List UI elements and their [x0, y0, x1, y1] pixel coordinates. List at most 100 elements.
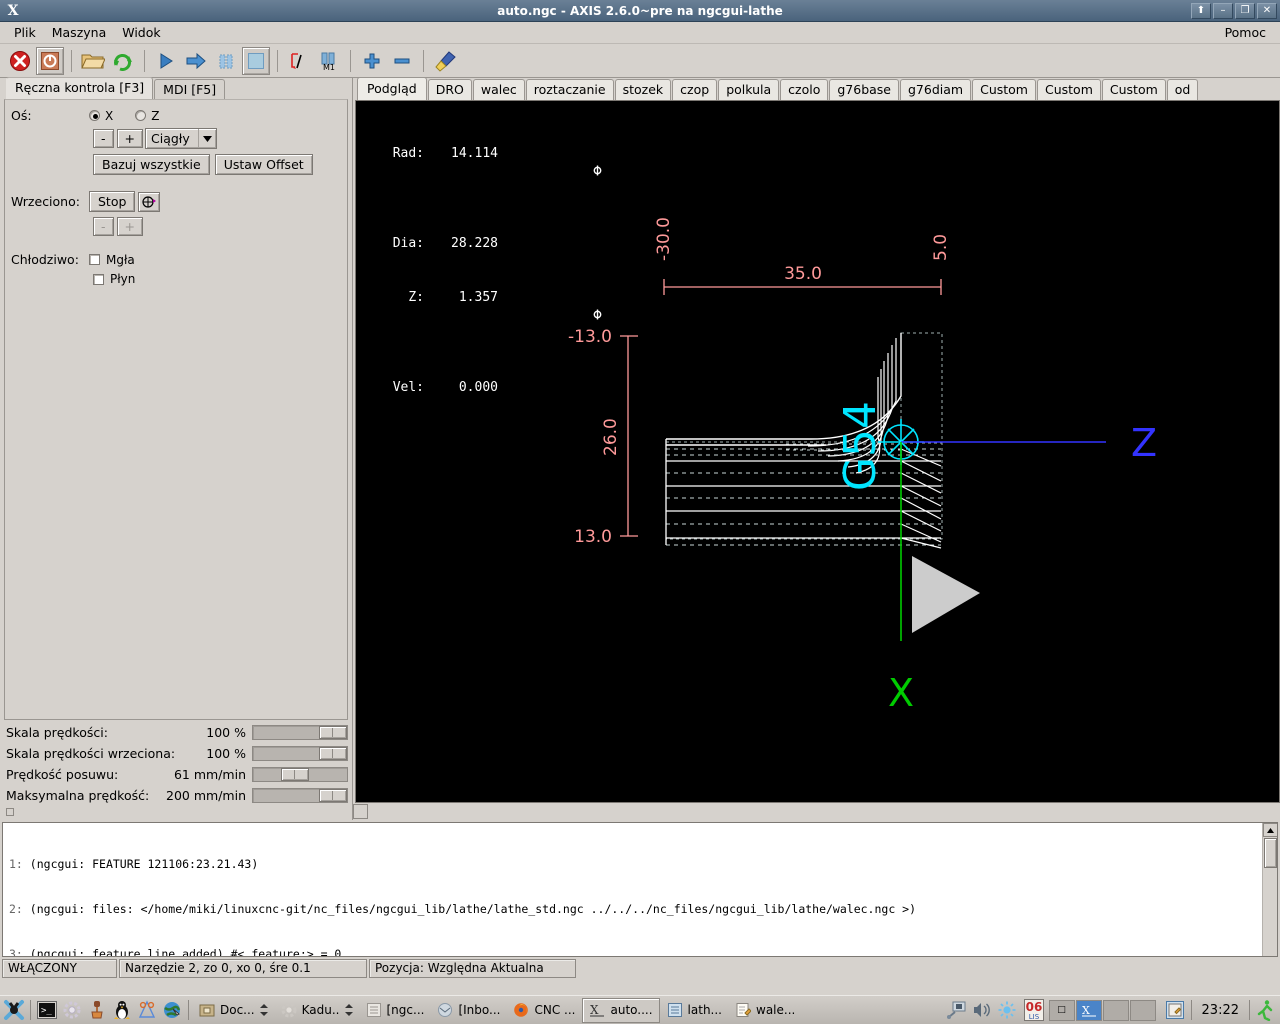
clear-plot-button[interactable] [431, 47, 459, 75]
gcode-line: 2: (ngcgui: files: </home/miki/linuxcnc-… [9, 902, 1262, 917]
gcode-listing-pane[interactable]: 1: (ngcgui: FEATURE 121106:23.21.43) 2: … [2, 822, 1278, 957]
inkscape-icon[interactable] [135, 998, 159, 1023]
launcher-gimp[interactable] [85, 998, 109, 1023]
pause-program-button[interactable] [212, 47, 240, 75]
step-program-button[interactable] [182, 47, 210, 75]
stop-program-button[interactable] [242, 46, 270, 75]
menu-view[interactable]: Widok [114, 23, 168, 42]
workspace-1[interactable]: □ [1048, 999, 1075, 1021]
tab-od[interactable]: od [1166, 79, 1199, 100]
resize-grip[interactable] [6, 808, 14, 816]
tray-network-icon[interactable] [945, 998, 969, 1023]
gcode-preview-canvas[interactable]: Rad: 14.114 Dia: 28.228 Z: 1.357 Vel: 0.… [355, 100, 1280, 803]
archive-icon [199, 1004, 215, 1017]
home-all-button[interactable]: Bazuj wszystkie [93, 154, 210, 175]
tab-g76diam[interactable]: g76diam [900, 79, 972, 100]
globe-icon[interactable] [160, 998, 184, 1023]
preview-tabbar: Podgląd DRO walec roztaczanie stozek czo… [353, 78, 1280, 100]
run-program-button[interactable] [152, 47, 180, 75]
jog-speed-thumb[interactable] [281, 768, 309, 781]
tab-walec[interactable]: walec [472, 79, 525, 100]
checkbox-mist[interactable]: Mgła [89, 253, 135, 267]
window-titlebar[interactable]: X auto.ngc - AXIS 2.6.0~pre na ngcgui-la… [0, 0, 1280, 22]
feed-override-slider[interactable] [252, 725, 348, 740]
spindle-override-thumb[interactable] [319, 747, 347, 760]
set-offset-button[interactable]: Ustaw Offset [214, 154, 313, 175]
main-toolbar: M1 [0, 44, 1280, 78]
spindle-minus-button[interactable]: - [93, 217, 114, 236]
tab-dro[interactable]: DRO [427, 79, 472, 100]
zoom-out-button[interactable] [388, 47, 416, 75]
spindle-plus-button[interactable]: + [116, 217, 143, 236]
penguin-icon[interactable] [110, 998, 134, 1023]
task-wale[interactable]: wale... [729, 998, 801, 1023]
tab-czolo[interactable]: czolo [780, 79, 829, 100]
spindle-stop-button[interactable]: Stop [89, 191, 136, 212]
machine-power-button[interactable] [36, 46, 64, 75]
tab-roztaczanie[interactable]: roztaczanie [525, 79, 614, 100]
task-cnc[interactable]: CNC ... [507, 998, 581, 1023]
max-velocity-thumb[interactable] [319, 789, 347, 802]
estop-toggle-button[interactable] [6, 47, 34, 75]
tab-custom-3[interactable]: Custom [1101, 79, 1166, 100]
task-lath[interactable]: lath... [661, 998, 728, 1023]
zoom-in-button[interactable] [358, 47, 386, 75]
jog-increment-select[interactable]: Ciągły [145, 128, 217, 149]
tab-stozek[interactable]: stozek [614, 79, 672, 100]
show-desktop-button[interactable] [1163, 998, 1187, 1023]
workspace-1-glyph: □ [1057, 1005, 1066, 1015]
tray-brightness-icon[interactable] [995, 998, 1019, 1023]
shade-button[interactable]: ⬆ [1191, 2, 1211, 19]
gcode-text[interactable]: 1: (ngcgui: FEATURE 121106:23.21.43) 2: … [3, 823, 1262, 956]
workspace-3[interactable] [1102, 999, 1129, 1021]
spindle-ccw-icon[interactable] [138, 191, 161, 212]
scroll-up-arrow-icon[interactable] [1262, 823, 1277, 837]
minimize-button[interactable]: – [1213, 2, 1233, 19]
toggle-block-delete-button[interactable] [285, 47, 313, 75]
tab-custom-1[interactable]: Custom [972, 79, 1036, 100]
radio-axis-z[interactable]: Z [135, 109, 159, 123]
spindle-override-slider[interactable] [252, 746, 348, 761]
task-doc[interactable]: Doc... [193, 998, 274, 1023]
task-ngc[interactable]: [ngc... [360, 998, 431, 1023]
workspace-4[interactable] [1129, 999, 1156, 1021]
tab-custom-2[interactable]: Custom [1036, 79, 1101, 100]
launcher-terminal[interactable]: >_ [35, 998, 59, 1023]
tab-manual-control[interactable]: Ręczna kontrola [F3] [6, 77, 154, 99]
tab-g76base[interactable]: g76base [829, 79, 899, 100]
max-velocity-slider[interactable] [252, 788, 348, 803]
tray-volume-icon[interactable] [970, 998, 994, 1023]
checkbox-flood[interactable]: Płyn [93, 272, 135, 286]
menu-machine[interactable]: Maszyna [44, 23, 115, 42]
task-doc-label: Doc... [220, 1003, 255, 1017]
start-menu-button[interactable] [2, 998, 26, 1023]
clock[interactable]: 23:22 [1196, 1003, 1245, 1018]
reload-file-button[interactable] [109, 47, 137, 75]
stepper-icon [259, 1004, 268, 1016]
jog-minus-button[interactable]: - [93, 129, 114, 148]
tab-czop[interactable]: czop [672, 79, 718, 100]
gear-icon[interactable] [60, 998, 84, 1023]
tab-polkula[interactable]: polkula [718, 79, 780, 100]
preview-resize-corner[interactable] [353, 804, 368, 819]
tab-mdi[interactable]: MDI [F5] [154, 79, 226, 100]
jog-speed-slider[interactable] [252, 767, 348, 782]
logout-button[interactable] [1254, 998, 1278, 1023]
menu-file[interactable]: Plik [6, 23, 44, 42]
open-file-button[interactable] [79, 47, 107, 75]
gcode-scroll-thumb[interactable] [1263, 838, 1277, 868]
task-inbox[interactable]: [Inbo... [431, 998, 506, 1023]
gcode-scrollbar[interactable] [1262, 823, 1277, 956]
jog-plus-button[interactable]: + [116, 129, 143, 148]
menu-help[interactable]: Pomoc [1217, 23, 1274, 42]
maximize-button[interactable]: ❐ [1235, 2, 1255, 19]
task-kadu[interactable]: Kadu.. [275, 998, 359, 1023]
workspace-2[interactable]: X [1075, 999, 1102, 1021]
close-button[interactable]: ✕ [1257, 2, 1277, 19]
feed-override-thumb[interactable] [319, 726, 347, 739]
radio-axis-x[interactable]: X [89, 109, 113, 123]
task-auto[interactable]: X auto.... [582, 997, 660, 1023]
toggle-optional-stop-button[interactable]: M1 [315, 47, 343, 75]
tab-preview[interactable]: Podgląd [357, 78, 427, 100]
tray-calendar-icon[interactable]: 06 LIS [1020, 998, 1048, 1023]
